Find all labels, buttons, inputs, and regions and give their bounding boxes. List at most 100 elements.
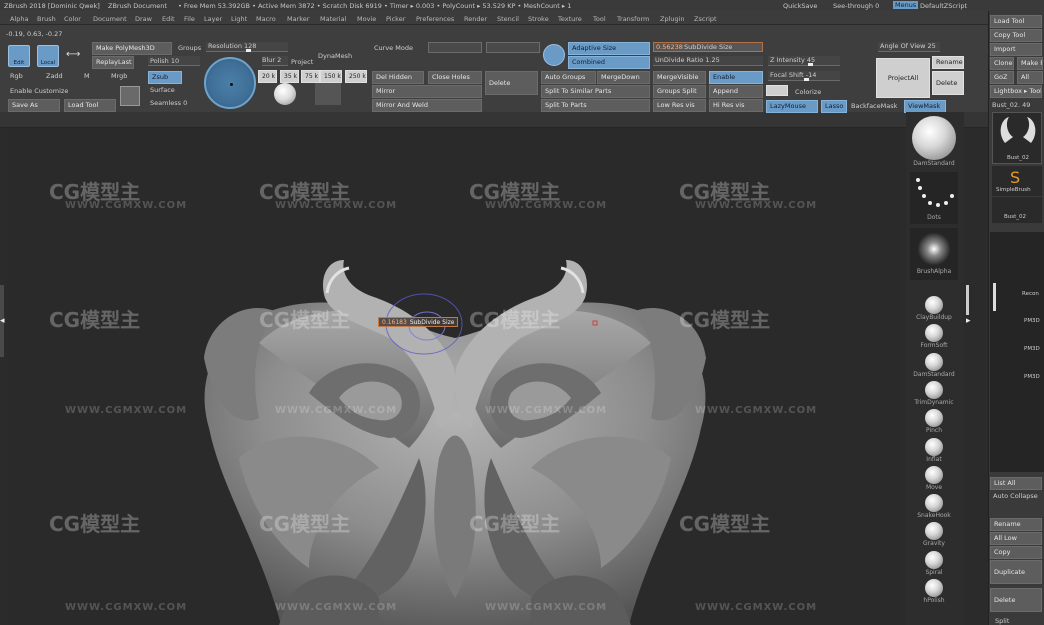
merge-down-button[interactable]: MergeDown — [597, 71, 650, 84]
import-button[interactable]: Import — [990, 43, 1042, 56]
default-zscript[interactable]: DefaultZScript — [920, 2, 967, 10]
mrgb-label[interactable]: Mrgb — [111, 72, 127, 80]
make-p-button[interactable]: Make P — [1017, 57, 1043, 70]
subdivide-size-slider[interactable]: 0.56238 SubDivide Size — [653, 42, 763, 52]
delete-button[interactable]: Delete — [485, 71, 538, 95]
zsub-button[interactable]: Zsub — [148, 71, 182, 84]
brush-hpolish[interactable]: hPolish — [910, 579, 958, 604]
lasso-button[interactable]: Lasso — [821, 100, 847, 113]
subtool-scrollbar[interactable] — [993, 283, 996, 311]
split-label[interactable]: Split — [995, 617, 1009, 625]
menu-alpha[interactable]: Alpha — [10, 15, 28, 23]
dynamesh-res-button[interactable]: 75 k — [301, 70, 320, 83]
rgb-label[interactable]: Rgb — [10, 72, 23, 80]
dynamesh-res-button[interactable]: 35 k — [280, 70, 299, 83]
project-label[interactable]: Project — [291, 58, 313, 66]
quicksave-button[interactable]: QuickSave — [783, 2, 817, 10]
del-hidden-button[interactable]: Del Hidden — [372, 71, 424, 84]
make-polymesh-button[interactable]: Make PolyMesh3D — [92, 42, 172, 55]
menu-edit[interactable]: Edit — [162, 15, 175, 23]
copy-button[interactable]: Copy — [990, 546, 1042, 559]
lightbox-tools-button[interactable]: Lightbox ▸ Tools — [990, 85, 1042, 98]
brush-move[interactable]: Move — [910, 465, 958, 491]
bust-small-thumbnail[interactable]: Bust_02 — [992, 197, 1042, 223]
bust-thumbnail[interactable]: Bust_02 — [992, 112, 1042, 164]
polish-slider[interactable]: Polish 10 — [148, 56, 200, 66]
m-label[interactable]: M — [84, 72, 90, 80]
menu-texture[interactable]: Texture — [558, 15, 582, 23]
rename-top-button[interactable]: Rename — [932, 56, 964, 69]
curve-mode-btn-b[interactable] — [486, 42, 540, 53]
menu-picker[interactable]: Picker — [386, 15, 405, 23]
dots-stroke-thumb[interactable]: Dots — [910, 172, 958, 224]
enable-customize[interactable]: Enable Customize — [10, 87, 68, 95]
menu-layer[interactable]: Layer — [204, 15, 222, 23]
groups-split-button[interactable]: Groups Split — [653, 85, 706, 98]
local-button[interactable]: Local — [37, 45, 59, 67]
load-tool-palette-button[interactable]: Load Tool — [990, 15, 1042, 28]
material-swatch-icon[interactable] — [120, 86, 140, 106]
brush-formsoft[interactable]: FormSoft — [910, 324, 958, 349]
brush-pinch[interactable]: Pinch — [910, 409, 958, 434]
rename-button[interactable]: Rename — [990, 518, 1042, 531]
all-low-button[interactable]: All Low — [990, 532, 1042, 545]
right-tray-arrow-icon[interactable]: ▸ — [966, 316, 971, 326]
brush-gravity[interactable]: Gravity — [910, 522, 958, 547]
dynamesh-label[interactable]: DynaMesh — [318, 52, 352, 60]
menu-stroke[interactable]: Stroke — [528, 15, 549, 23]
list-all-button[interactable]: List All — [990, 477, 1042, 490]
brush-claybuildup[interactable]: ClayBuildup — [910, 296, 958, 321]
brush-snakehook[interactable]: SnakeHook — [910, 494, 958, 519]
menu-stencil[interactable]: Stencil — [497, 15, 519, 23]
seamless-label[interactable]: Seamless 0 — [150, 99, 187, 107]
groups-label[interactable]: Groups — [178, 44, 201, 52]
zadd-label[interactable]: Zadd — [46, 72, 63, 80]
merge-visible-button[interactable]: MergeVisible — [653, 71, 706, 84]
colorize-label[interactable]: Colorize — [795, 88, 821, 96]
adaptive-size-button[interactable]: Adaptive Size — [568, 42, 650, 55]
append-button[interactable]: Append — [709, 85, 763, 98]
replay-last-button[interactable]: ReplayLast — [92, 56, 134, 69]
dam-standard-brush-thumb[interactable]: DamStandard — [910, 116, 958, 167]
menu-zscript[interactable]: Zscript — [694, 15, 717, 23]
draw-size-dial[interactable] — [204, 57, 256, 109]
menu-brush[interactable]: Brush — [37, 15, 56, 23]
brush-inflat[interactable]: Inflat — [910, 437, 958, 463]
simplebrush-thumbnail[interactable]: S SimpleBrush — [992, 166, 1042, 196]
menu-movie[interactable]: Movie — [357, 15, 376, 23]
close-holes-button[interactable]: Close Holes — [428, 71, 482, 84]
menu-light[interactable]: Light — [231, 15, 247, 23]
backface-mask[interactable]: BackfaceMask — [851, 102, 897, 110]
dynamesh-res-button[interactable]: 250 k — [345, 70, 367, 83]
symmetry-icon[interactable]: ⟷ — [66, 49, 84, 63]
mirror-and-weld-button[interactable]: Mirror And Weld — [372, 99, 482, 112]
z-intensity-slider[interactable]: Z Intensity 45 — [768, 56, 840, 66]
menu-color[interactable]: Color — [64, 15, 81, 23]
angle-of-view-slider[interactable]: Angle Of View 25 — [878, 42, 940, 52]
brush-shelf-scrollbar[interactable] — [966, 285, 969, 315]
clone-button[interactable]: Clone — [990, 57, 1014, 70]
subtool-list[interactable] — [990, 232, 1044, 472]
load-tool-button[interactable]: Load Tool — [64, 99, 116, 112]
project-all-button[interactable]: ProjectAll — [876, 58, 930, 98]
brush-spiral[interactable]: Spiral — [910, 550, 958, 576]
menu-preferences[interactable]: Preferences — [416, 15, 454, 23]
undivide-ratio-slider[interactable]: UnDivide Ratio 1.25 — [653, 56, 763, 66]
surface-label[interactable]: Surface — [150, 86, 175, 94]
brush-trimdynamic[interactable]: TrimDynamic — [910, 380, 958, 406]
dynamesh-res-button[interactable]: 150 k — [320, 70, 342, 83]
dynamesh-toggle[interactable] — [315, 83, 341, 105]
menu-file[interactable]: File — [184, 15, 195, 23]
blur-slider[interactable]: Blur 2 — [262, 56, 288, 66]
save-as-button[interactable]: Save As — [8, 99, 60, 112]
curve-mode-btn-a[interactable] — [428, 42, 482, 53]
menu-material[interactable]: Material — [320, 15, 346, 23]
focal-shift-slider[interactable]: Focal Shift -14 — [768, 71, 840, 81]
mirror-button[interactable]: Mirror — [372, 85, 482, 98]
all-button[interactable]: All — [1017, 71, 1043, 84]
goz-button[interactable]: GoZ — [990, 71, 1014, 84]
menu-transform[interactable]: Transform — [617, 15, 649, 23]
menus-button[interactable]: Menus — [893, 1, 919, 9]
lazymouse-button[interactable]: LazyMouse — [766, 100, 818, 113]
copy-tool-button[interactable]: Copy Tool — [990, 29, 1042, 42]
